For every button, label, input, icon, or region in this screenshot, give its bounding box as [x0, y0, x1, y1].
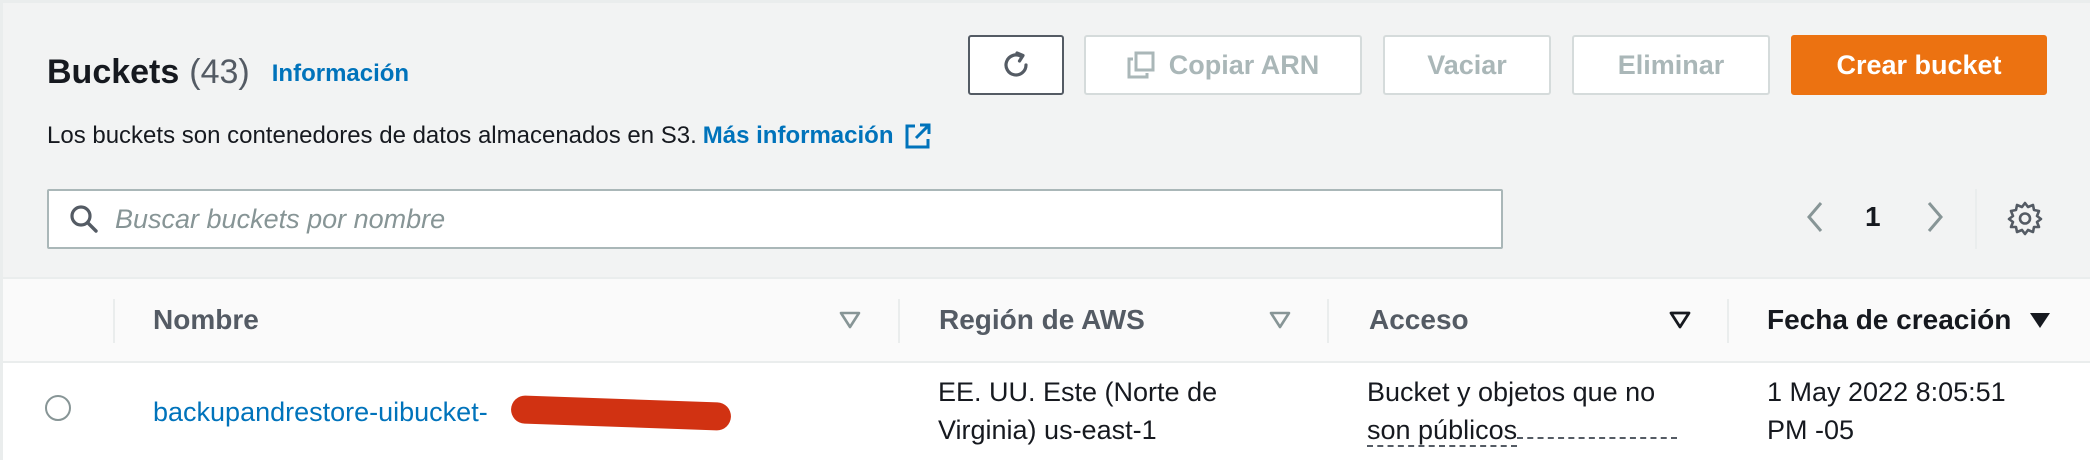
- created-line: PM -05: [1767, 415, 1855, 445]
- sort-down-icon: [1269, 311, 1291, 329]
- column-separator: [113, 299, 115, 343]
- sort-down-icon: [839, 311, 861, 329]
- bucket-name-link[interactable]: backupandrestore-uibucket-: [153, 397, 488, 427]
- search-box[interactable]: [47, 189, 1503, 249]
- column-header-region[interactable]: Región de AWS: [939, 279, 1299, 361]
- column-header-name[interactable]: Nombre: [153, 279, 873, 361]
- region-line: EE. UU. Este (Norte de: [938, 377, 1218, 407]
- chevron-left-icon[interactable]: [1801, 199, 1831, 240]
- access-line: Bucket y objetos que no: [1367, 377, 1656, 407]
- refresh-icon: [1004, 51, 1028, 77]
- chevron-right-icon[interactable]: [1919, 199, 1949, 240]
- page-title: Buckets: [47, 53, 180, 91]
- column-separator: [1727, 299, 1729, 343]
- column-header-created[interactable]: Fecha de creación: [1767, 279, 2077, 361]
- copy-arn-label: Copiar ARN: [1168, 49, 1320, 80]
- access-line: son públicos: [1367, 415, 1518, 447]
- region-cell: EE. UU. Este (Norte de Virginia) us-east…: [938, 373, 1217, 449]
- pager-divider: [1975, 189, 1977, 249]
- create-bucket-button[interactable]: Crear bucket: [1791, 35, 2047, 95]
- column-label: Acceso: [1369, 304, 1469, 335]
- current-page[interactable]: 1: [1865, 201, 1881, 233]
- buckets-header: Buckets (43) Información Los buckets son…: [3, 3, 2090, 277]
- external-link-icon[interactable]: [903, 121, 933, 151]
- sort-down-icon: [1669, 311, 1691, 329]
- column-separator: [898, 299, 900, 343]
- column-label: Nombre: [153, 304, 259, 335]
- created-line: 1 May 2022 8:05:51: [1767, 377, 2006, 407]
- info-link[interactable]: Información: [272, 60, 409, 88]
- copy-arn-button[interactable]: Copiar ARN: [1084, 35, 1362, 95]
- bucket-count: (43): [189, 53, 250, 91]
- sort-down-active-icon: [2030, 313, 2050, 328]
- row-select-radio[interactable]: [45, 395, 71, 421]
- delete-button[interactable]: Eliminar: [1572, 35, 1770, 95]
- search-icon: [70, 205, 98, 233]
- description: Los buckets son contenedores de datos al…: [47, 121, 933, 151]
- column-header-access[interactable]: Acceso: [1369, 279, 1699, 361]
- column-label: Fecha de creación: [1767, 304, 2012, 335]
- access-cell[interactable]: Bucket y objetos que no son públicos: [1367, 373, 1678, 449]
- created-cell: 1 May 2022 8:05:51 PM -05: [1767, 373, 2006, 449]
- empty-button[interactable]: Vaciar: [1383, 35, 1551, 95]
- description-text: Los buckets son contenedores de datos al…: [47, 122, 697, 149]
- copy-icon: [1127, 51, 1155, 79]
- table-header: Nombre Región de AWS Acceso Fecha de cre…: [3, 277, 2090, 363]
- table-row[interactable]: backupandrestore-uibucket- EE. UU. Este …: [3, 363, 2090, 460]
- region-line: Virginia) us-east-1: [938, 415, 1157, 445]
- more-info-link[interactable]: Más información: [703, 122, 894, 150]
- column-separator: [1327, 299, 1329, 343]
- title-row: Buckets (43) Información: [47, 53, 409, 92]
- redaction-mark: [510, 395, 732, 431]
- gear-icon[interactable]: [2007, 200, 2043, 241]
- refresh-button[interactable]: [968, 35, 1064, 95]
- dashed-underline: [1517, 437, 1678, 439]
- bucket-name-cell: backupandrestore-uibucket-: [153, 393, 488, 431]
- column-label: Región de AWS: [939, 304, 1145, 335]
- search-input[interactable]: [115, 203, 1415, 235]
